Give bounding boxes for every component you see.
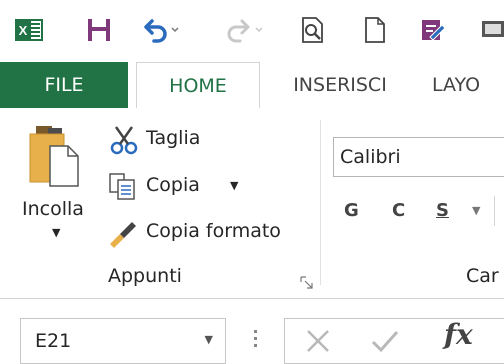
name-box-dropdown-arrow[interactable]: ▼ xyxy=(205,333,213,346)
ribbon-tabs: FILE HOME INSERISCI LAYO xyxy=(0,62,504,109)
excel-logo-icon[interactable]: X xyxy=(14,12,44,48)
name-box-value: E21 xyxy=(35,330,72,352)
format-painter-icon xyxy=(110,222,136,248)
paste-icon xyxy=(29,126,79,187)
undo-icon[interactable] xyxy=(138,12,184,48)
tab-inserisci[interactable]: INSERISCI xyxy=(280,62,400,108)
underline-dropdown-arrow[interactable]: ▼ xyxy=(472,204,480,217)
toolbar-divider xyxy=(494,196,495,226)
paste-dropdown-arrow[interactable]: ▼ xyxy=(52,226,60,239)
underline-button[interactable]: S xyxy=(436,200,449,221)
tab-home[interactable]: HOME xyxy=(136,62,260,109)
name-box[interactable]: E21 ▼ xyxy=(20,318,226,364)
scissors-icon xyxy=(110,126,138,155)
dialog-launcher-icon[interactable] xyxy=(300,276,314,290)
form-edit-icon[interactable] xyxy=(418,12,448,48)
clipboard-group-label: Appunti xyxy=(108,265,182,287)
tab-file[interactable]: FILE xyxy=(0,62,128,108)
paste-button[interactable]: Incolla ▼ xyxy=(14,122,100,252)
font-name-select[interactable]: Calibri xyxy=(333,137,504,177)
function-icon[interactable]: fx xyxy=(444,318,473,351)
cut-button[interactable]: Taglia xyxy=(106,122,306,158)
cancel-icon[interactable] xyxy=(304,327,332,355)
font-group-label: Car xyxy=(466,265,499,287)
new-document-icon[interactable] xyxy=(360,12,390,48)
quick-access-toolbar: X xyxy=(0,0,504,62)
copy-label: Copia xyxy=(146,174,200,196)
svg-text:X: X xyxy=(19,23,28,38)
font-name-value: Calibri xyxy=(340,146,401,168)
resize-handle[interactable] xyxy=(254,330,258,354)
tab-layout[interactable]: LAYO xyxy=(432,62,504,108)
paste-label: Incolla xyxy=(22,198,84,220)
screen-icon[interactable] xyxy=(480,12,504,48)
format-painter-label: Copia formato xyxy=(146,220,281,242)
group-separator xyxy=(320,120,321,285)
print-preview-icon[interactable] xyxy=(298,12,328,48)
bold-button[interactable]: G xyxy=(344,200,359,221)
copy-button[interactable]: Copia ▼ xyxy=(106,170,306,206)
format-painter-button[interactable]: Copia formato xyxy=(106,216,316,252)
redo-icon[interactable] xyxy=(220,12,266,48)
cut-label: Taglia xyxy=(146,127,201,149)
copy-dropdown-arrow[interactable]: ▼ xyxy=(230,179,238,192)
confirm-icon[interactable] xyxy=(370,327,400,355)
save-icon[interactable] xyxy=(84,12,114,48)
italic-button[interactable]: C xyxy=(392,200,405,221)
copy-icon xyxy=(109,173,135,200)
